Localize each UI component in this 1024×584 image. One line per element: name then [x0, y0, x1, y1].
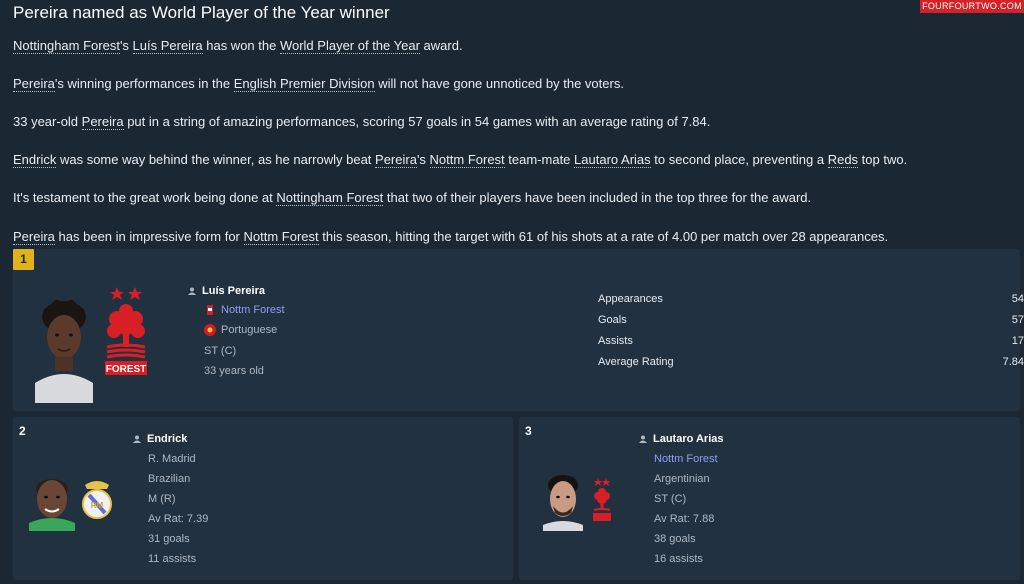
rank-number: 2	[19, 424, 26, 438]
player-age: 33 years old	[204, 365, 264, 377]
player-nationality: Brazilian	[148, 473, 191, 485]
player-name[interactable]: Endrick	[147, 433, 187, 445]
player-nationality-row: Portuguese	[204, 324, 277, 336]
stat-row: Assists 17	[598, 331, 1024, 352]
link-reds[interactable]: Reds	[827, 152, 859, 168]
stat-value: 54	[1011, 293, 1024, 305]
player-name-row[interactable]: Luís Pereira	[188, 285, 265, 297]
stat-value: 7.84	[1002, 356, 1024, 368]
rank-badge: 1	[13, 249, 34, 270]
link-pereira[interactable]: Pereira	[375, 152, 417, 168]
svg-text:FOREST: FOREST	[106, 364, 147, 375]
link-luis-pereira[interactable]: Luís Pereira	[132, 38, 203, 54]
text: 's winning performances in the	[54, 76, 234, 91]
stat-value: 17	[1011, 335, 1024, 347]
stat-label: Appearances	[598, 293, 663, 305]
flag-icon	[204, 324, 216, 336]
player-nationality: Argentinian	[654, 473, 710, 485]
player-goals: 31 goals	[148, 533, 190, 545]
svg-text:RM: RM	[91, 501, 104, 510]
text: was some way behind the winner, as he na…	[56, 152, 376, 167]
player-club[interactable]: R. Madrid	[148, 453, 196, 465]
stat-value: 57	[1011, 314, 1024, 326]
news-headline: Pereira named as World Player of the Yea…	[13, 3, 390, 22]
link-pereira[interactable]: Pereira	[81, 114, 124, 130]
player-position: ST (C)	[204, 345, 237, 357]
link-pereira[interactable]: Pereira	[13, 229, 55, 245]
text: It's testament to the great work being d…	[13, 190, 277, 205]
source-tag[interactable]: FOURFOURTWO.COM	[920, 0, 1024, 13]
stat-row: Average Rating 7.84	[598, 352, 1024, 373]
nottingham-forest-crest: FOREST	[105, 287, 147, 375]
link-nottm-forest[interactable]: Nottm Forest	[243, 229, 319, 245]
player-position: ST (C)	[654, 493, 687, 505]
winner-card: 1 FOREST Luís Pereira Nottm Forest Portu…	[13, 249, 1024, 411]
link-lautaro-arias[interactable]: Lautaro Arias	[574, 152, 651, 168]
person-icon	[639, 435, 647, 443]
rank-number: 3	[525, 424, 532, 438]
player-portrait[interactable]	[23, 473, 81, 531]
stat-row: Goals 57	[598, 310, 1024, 331]
link-english-premier-division[interactable]: English Premier Division	[233, 76, 375, 92]
player-name-row[interactable]: Lautaro Arias	[639, 433, 724, 445]
player-portrait[interactable]	[35, 299, 93, 403]
player-assists: 16 assists	[654, 553, 703, 565]
text: award.	[419, 38, 463, 53]
player-portrait[interactable]	[541, 473, 585, 531]
player-nationality: Portuguese	[221, 324, 278, 336]
text: 's	[119, 38, 133, 53]
link-pereira[interactable]: Pereira	[13, 76, 55, 92]
third-place-card: 3 Lautaro Arias Nottm Forest Argentinian…	[519, 417, 1020, 580]
stat-row: Appearances 54	[598, 289, 1024, 310]
nottingham-forest-crest	[593, 478, 611, 521]
person-icon	[188, 287, 196, 295]
link-nottm-forest[interactable]: Nottm Forest	[429, 152, 505, 168]
text: has won the	[202, 38, 280, 53]
text: will not have gone unnoticed by the vote…	[374, 76, 624, 91]
stat-label: Assists	[598, 335, 633, 347]
player-name-row[interactable]: Endrick	[133, 433, 187, 445]
paragraph-6: Pereira has been in impressive form for …	[13, 229, 889, 245]
text: to second place, preventing a	[650, 152, 828, 167]
text: this season, hitting the target with 61 …	[318, 229, 889, 244]
paragraph-3: 33 year-old Pereira put in a string of a…	[13, 114, 711, 130]
player-assists: 11 assists	[148, 553, 197, 565]
real-madrid-crest: RM	[82, 481, 112, 519]
player-rating: Av Rat: 7.39	[148, 513, 209, 525]
player-name[interactable]: Luís Pereira	[202, 285, 265, 297]
text: that two of their players have been incl…	[383, 190, 812, 205]
winner-stats: Appearances 54 Goals 57 Assists 17 Average …	[598, 289, 1024, 373]
link-nottingham-forest[interactable]: Nottingham Forest	[276, 190, 384, 206]
paragraph-2: Pereira's winning performances in the En…	[13, 76, 624, 92]
text: top two.	[858, 152, 908, 167]
link-endrick[interactable]: Endrick	[13, 152, 57, 168]
text: 33 year-old	[13, 114, 82, 129]
player-rating: Av Rat: 7.88	[654, 513, 715, 525]
text: has been in impressive form for	[54, 229, 244, 244]
stat-label: Goals	[598, 314, 627, 326]
player-club[interactable]: Nottm Forest	[654, 453, 718, 465]
link-nottingham-forest[interactable]: Nottingham Forest	[13, 38, 120, 54]
player-name[interactable]: Lautaro Arias	[653, 433, 724, 445]
paragraph-5: It's testament to the great work being d…	[13, 190, 812, 206]
player-position: M (R)	[148, 493, 176, 505]
shirt-icon	[207, 305, 213, 315]
link-world-player-award[interactable]: World Player of the Year	[279, 38, 420, 54]
player-club-row[interactable]: Nottm Forest	[204, 304, 285, 316]
player-goals: 38 goals	[654, 533, 696, 545]
paragraph-4: Endrick was some way behind the winner, …	[13, 152, 908, 168]
runner-up-card: 2 RM Endrick R. Madrid Brazilian M (R) A…	[13, 417, 513, 580]
paragraph-1: Nottingham Forest's Luís Pereira has won…	[13, 38, 463, 54]
text: team-mate	[504, 152, 575, 167]
player-club[interactable]: Nottm Forest	[221, 304, 285, 316]
stat-label: Average Rating	[598, 356, 674, 368]
person-icon	[133, 435, 141, 443]
text: 's	[416, 152, 430, 167]
text: put in a string of amazing performances,…	[123, 114, 711, 129]
